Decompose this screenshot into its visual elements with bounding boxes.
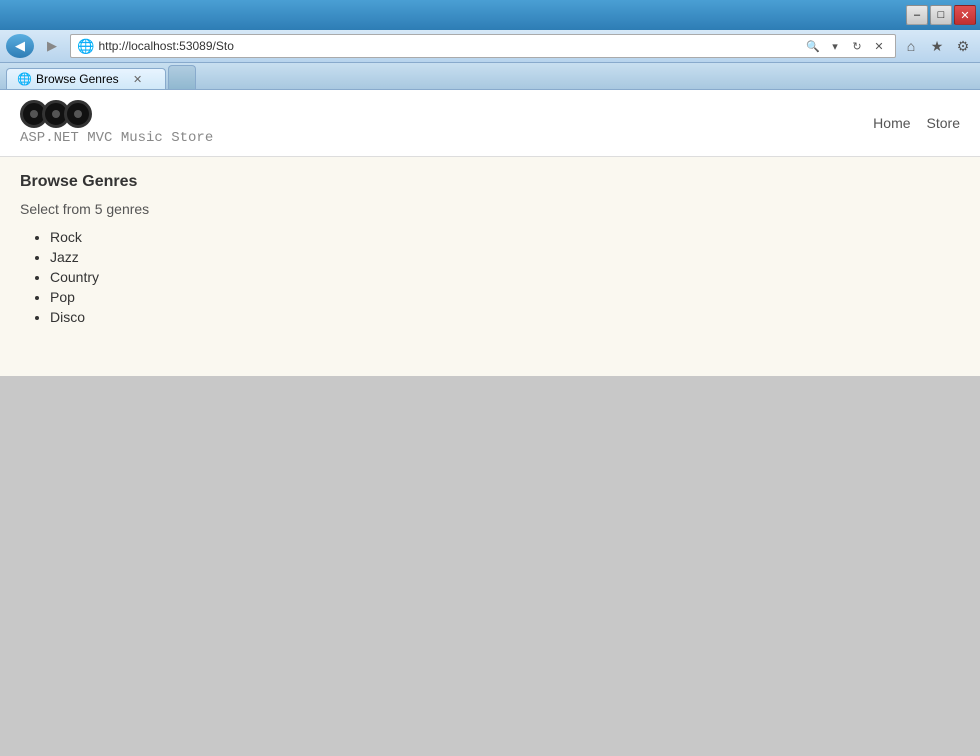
address-input-container[interactable]: 🌐 http://localhost:53089/Sto 🔍 ▾ ↻ ✕ bbox=[70, 34, 896, 58]
tab-label: Browse Genres bbox=[36, 72, 119, 86]
list-item: Jazz bbox=[50, 249, 960, 265]
list-item: Rock bbox=[50, 229, 960, 245]
refresh-button[interactable]: ↻ bbox=[847, 35, 867, 57]
search-button[interactable]: 🔍 bbox=[803, 35, 823, 57]
list-item: Pop bbox=[50, 289, 960, 305]
new-tab-button[interactable] bbox=[168, 65, 196, 89]
browser-icon: 🌐 bbox=[77, 38, 94, 55]
genre-list: Rock Jazz Country Pop Disco bbox=[20, 229, 960, 325]
page-content: Browse Genres Select from 5 genres Rock J… bbox=[0, 157, 980, 376]
title-bar: – □ ✕ bbox=[0, 0, 980, 30]
url-text: http://localhost:53089/Sto bbox=[98, 39, 799, 53]
forward-button[interactable]: ▶ bbox=[38, 34, 66, 58]
footer-area bbox=[0, 376, 980, 756]
genre-link[interactable]: Pop bbox=[50, 289, 75, 305]
logo-area: ASP.NET MVC Music Store bbox=[20, 100, 213, 146]
app-header: ASP.NET MVC Music Store Home Store bbox=[0, 90, 980, 157]
active-tab[interactable]: 🌐 Browse Genres ✕ bbox=[6, 68, 166, 89]
genre-link[interactable]: Country bbox=[50, 269, 99, 285]
address-bar: ◀ ▶ 🌐 http://localhost:53089/Sto 🔍 ▾ ↻ ✕… bbox=[0, 30, 980, 63]
browser-content: ASP.NET MVC Music Store Home Store Brows… bbox=[0, 90, 980, 756]
logo-image bbox=[20, 100, 213, 128]
app-title: ASP.NET MVC Music Store bbox=[20, 130, 213, 146]
dropdown-button[interactable]: ▾ bbox=[825, 35, 845, 57]
list-item: Country bbox=[50, 269, 960, 285]
home-nav-link[interactable]: Home bbox=[873, 115, 910, 131]
tab-close-button[interactable]: ✕ bbox=[131, 72, 145, 86]
home-icon[interactable]: ⌂ bbox=[900, 35, 922, 57]
tab-bar: 🌐 Browse Genres ✕ bbox=[0, 63, 980, 90]
genre-link[interactable]: Rock bbox=[50, 229, 82, 245]
genre-subtitle: Select from 5 genres bbox=[20, 201, 960, 217]
vinyl-record-3 bbox=[64, 100, 92, 128]
close-button[interactable]: ✕ bbox=[954, 5, 976, 25]
store-nav-link[interactable]: Store bbox=[927, 115, 960, 131]
favorites-icon[interactable]: ★ bbox=[926, 35, 948, 57]
minimize-button[interactable]: – bbox=[906, 5, 928, 25]
stop-button[interactable]: ✕ bbox=[869, 35, 889, 57]
tab-icon: 🌐 bbox=[17, 72, 32, 86]
maximize-button[interactable]: □ bbox=[930, 5, 952, 25]
nav-links: Home Store bbox=[873, 115, 960, 131]
back-button[interactable]: ◀ bbox=[6, 34, 34, 58]
genre-link[interactable]: Jazz bbox=[50, 249, 79, 265]
list-item: Disco bbox=[50, 309, 960, 325]
genre-link[interactable]: Disco bbox=[50, 309, 85, 325]
tools-icon[interactable]: ⚙ bbox=[952, 35, 974, 57]
page-title: Browse Genres bbox=[20, 173, 960, 191]
